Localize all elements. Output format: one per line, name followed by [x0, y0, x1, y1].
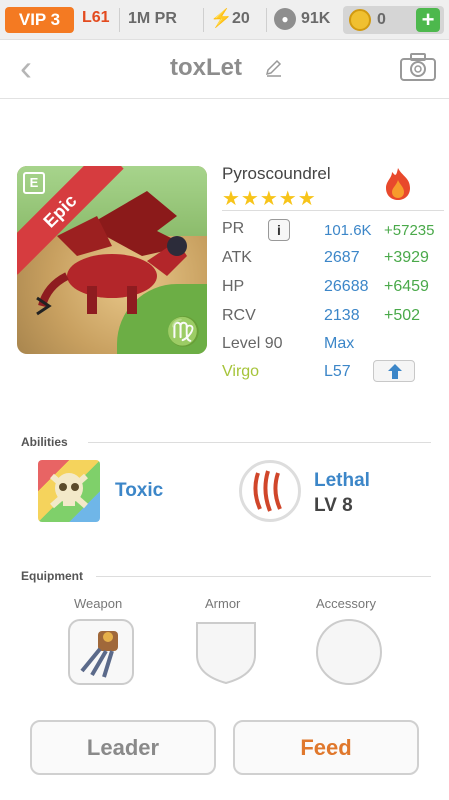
stat-bonus-rcv: +502 [384, 307, 421, 324]
add-coins-button[interactable]: + [416, 8, 440, 32]
pencil-icon[interactable] [264, 58, 284, 78]
stat-label-pr: PR [222, 220, 245, 237]
stat-label-atk: ATK [222, 249, 252, 266]
claw-icon[interactable] [239, 460, 301, 522]
ability-name-lethal[interactable]: Lethal [314, 470, 370, 492]
back-chevron-icon[interactable]: ‹ [20, 50, 50, 86]
player-power: 1M PR [128, 10, 177, 27]
divider [203, 8, 204, 32]
page-title: toxLet [170, 54, 242, 81]
arrow-up-icon [388, 364, 402, 379]
header-divider [0, 98, 449, 99]
coin-icon [349, 9, 371, 31]
divider [266, 8, 267, 32]
lightning-icon: ⚡ [210, 8, 233, 28]
stat-value-level: Max [324, 335, 355, 352]
top-status-bar: VIP 3 L61 1M PR ⚡ 20 ● 91K 0 + [0, 0, 449, 40]
monster-name: Pyroscoundrel [222, 164, 331, 183]
paw-count: 91K [301, 10, 331, 27]
equipment-heading: Equipment [21, 569, 83, 583]
stat-label-zodiac: Virgo [222, 363, 260, 380]
leader-button[interactable]: Leader [30, 720, 216, 775]
weapon-slot[interactable] [68, 619, 134, 685]
stat-value-hp: 26688 [324, 278, 369, 295]
stat-value-zodiac: L57 [324, 363, 351, 380]
player-level: L61 [82, 9, 110, 26]
zodiac-upgrade-button[interactable] [373, 360, 415, 382]
armor-shield-icon[interactable] [193, 619, 259, 685]
virgo-icon: ♍ [166, 316, 201, 347]
stats-divider [222, 210, 444, 211]
info-icon[interactable]: i [268, 219, 290, 241]
monster-portrait[interactable]: Epic E ♍ [17, 166, 207, 354]
stat-value-atk: 2687 [324, 249, 360, 266]
camera-icon[interactable] [399, 52, 437, 82]
section-divider [96, 576, 431, 577]
stat-bonus-atk: +3929 [384, 249, 429, 266]
stat-label-level: Level 90 [222, 335, 283, 352]
divider [119, 8, 120, 32]
accessory-slot[interactable] [316, 619, 382, 685]
stat-label-hp: HP [222, 278, 245, 295]
stat-label-rcv: RCV [222, 307, 256, 324]
coin-counter: 0 + [343, 6, 444, 34]
weapon-label: Weapon [74, 596, 123, 611]
ability-level-lethal: LV 8 [314, 495, 353, 516]
paw-icon: ● [274, 8, 296, 30]
accessory-label: Accessory [316, 596, 376, 611]
claw-weapon-icon [80, 631, 118, 678]
abilities-heading: Abilities [21, 435, 68, 449]
stat-value-pr: 101.6K [324, 222, 372, 239]
toxic-ability-icon[interactable] [38, 460, 100, 522]
vip-badge[interactable]: VIP 3 [5, 7, 74, 33]
stat-bonus-hp: +6459 [384, 278, 429, 295]
stat-value-rcv: 2138 [324, 307, 360, 324]
stat-bonus-pr: +57235 [384, 222, 435, 239]
energy-count: 20 [232, 10, 250, 27]
star-rating: ★★★★★ [222, 188, 317, 210]
armor-label: Armor [205, 596, 241, 611]
fire-icon [386, 168, 410, 200]
claw-marks-icon [253, 470, 282, 512]
feed-button[interactable]: Feed [233, 720, 419, 775]
coin-count: 0 [377, 11, 386, 28]
skull-icon [50, 473, 88, 509]
section-divider [88, 442, 431, 443]
ability-name-toxic[interactable]: Toxic [115, 480, 163, 502]
evolution-badge: E [23, 172, 45, 194]
